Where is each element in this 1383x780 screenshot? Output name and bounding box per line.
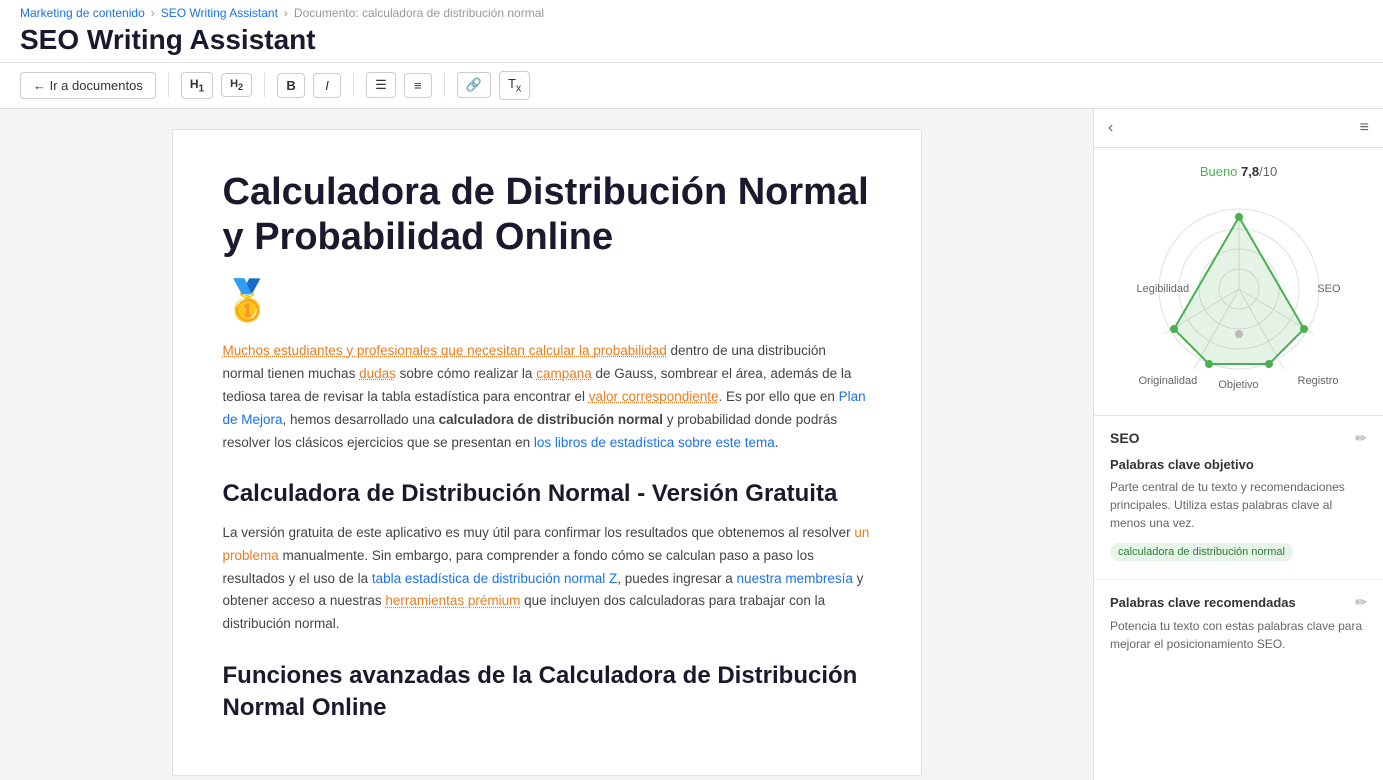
- breadcrumb: Marketing de contenido › SEO Writing Ass…: [20, 6, 1363, 20]
- breadcrumb-item-2[interactable]: SEO Writing Assistant: [161, 6, 278, 20]
- toolbar-divider-3: [353, 73, 354, 97]
- unordered-list-button[interactable]: ☰: [366, 72, 396, 98]
- h1-button[interactable]: H1: [181, 72, 213, 99]
- breadcrumb-item-3: Documento: calculadora de distribución n…: [294, 6, 544, 20]
- page-title: SEO Writing Assistant: [20, 24, 1363, 56]
- medal-icon: 🥇: [223, 277, 871, 324]
- toolbar-divider-2: [264, 73, 265, 97]
- editor-toolbar: ← Ir a documentos H1 H2 B I ☰ ≡ 🔗 Tx: [0, 63, 1383, 109]
- intro-paragraph: Muchos estudiantes y profesionales que n…: [223, 340, 871, 455]
- breadcrumb-item-1[interactable]: Marketing de contenido: [20, 6, 145, 20]
- radar-label-legibilidad: Legibilidad: [1137, 283, 1190, 295]
- radar-label-objetivo: Objetivo: [1218, 379, 1258, 391]
- h2-button[interactable]: H2: [221, 73, 252, 97]
- right-panel: ‹ ≡ Bueno 7,8/10: [1093, 109, 1383, 780]
- radar-label-registro: Registro: [1298, 375, 1339, 387]
- section1-text: La versión gratuita de este aplicativo e…: [223, 522, 871, 637]
- recommended-edit-button[interactable]: ✏: [1355, 594, 1367, 611]
- panel-collapse-button[interactable]: ‹: [1108, 119, 1113, 137]
- document-title: Calculadora de Distribución Normal y Pro…: [223, 170, 871, 261]
- recommended-title-text: Palabras clave recomendadas: [1110, 595, 1296, 610]
- seo-title: SEO: [1110, 430, 1140, 446]
- editor-content[interactable]: Calculadora de Distribución Normal y Pro…: [172, 129, 922, 776]
- toolbar-divider-4: [444, 73, 445, 97]
- italic-button[interactable]: I: [313, 73, 341, 98]
- radar-label-originalidad: Originalidad: [1139, 375, 1198, 387]
- link-button[interactable]: 🔗: [457, 72, 491, 98]
- section2-heading: Funciones avanzadas de la Calculadora de…: [223, 660, 871, 722]
- editor-area: Calculadora de Distribución Normal y Pro…: [0, 109, 1093, 780]
- recommended-desc: Potencia tu texto con estas palabras cla…: [1110, 617, 1367, 653]
- score-section: Bueno 7,8/10: [1094, 148, 1383, 416]
- keywords-title: Palabras clave objetivo: [1110, 457, 1367, 472]
- bold-button[interactable]: B: [277, 73, 305, 98]
- seo-edit-button[interactable]: ✏: [1355, 430, 1367, 447]
- recommended-section: Palabras clave recomendadas ✏ Potencia t…: [1094, 580, 1383, 667]
- seo-section: SEO ✏ Palabras clave objetivo Parte cent…: [1094, 416, 1383, 580]
- keyword-badge: calculadora de distribución normal: [1110, 543, 1293, 561]
- panel-menu-button[interactable]: ≡: [1360, 119, 1369, 137]
- back-button[interactable]: ← Ir a documentos: [20, 72, 156, 99]
- panel-header: ‹ ≡: [1094, 109, 1383, 148]
- radar-chart: Legibilidad SEO Originalidad Registro Ob…: [1139, 189, 1339, 389]
- seo-section-header: SEO ✏: [1110, 430, 1367, 447]
- ordered-list-button[interactable]: ≡: [404, 73, 432, 98]
- toolbar-divider: [168, 73, 169, 97]
- radar-label-seo: SEO: [1317, 283, 1340, 295]
- section1-heading: Calculadora de Distribución Normal - Ver…: [223, 478, 871, 509]
- clear-format-button[interactable]: Tx: [499, 71, 530, 100]
- score-label: Bueno 7,8/10: [1110, 164, 1367, 179]
- keywords-desc: Parte central de tu texto y recomendacio…: [1110, 478, 1367, 532]
- recommended-section-header: Palabras clave recomendadas ✏: [1110, 594, 1367, 611]
